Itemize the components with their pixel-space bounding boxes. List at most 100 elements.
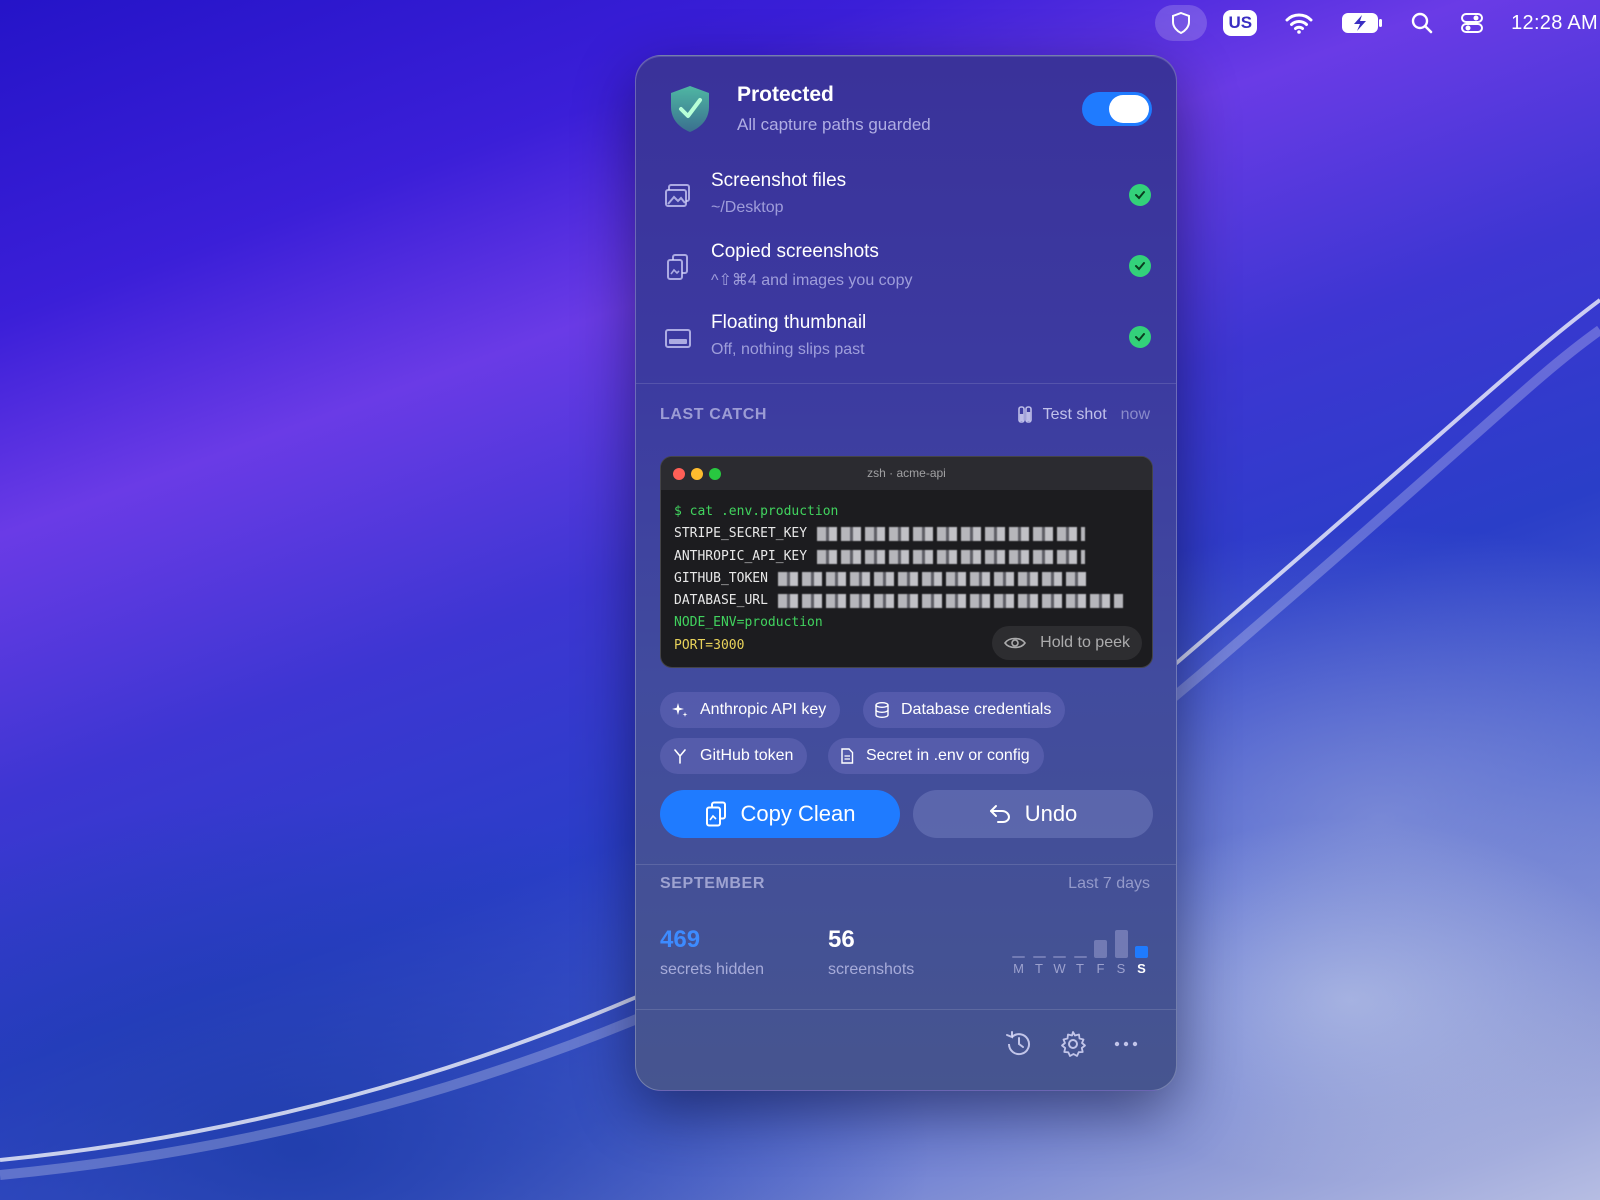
redacted-value [777,572,1088,587]
week-bar-col [1053,956,1066,958]
spotlight-search-icon[interactable] [1411,5,1433,41]
redacted-value [817,527,1086,542]
detection-chip-github[interactable]: GitHub token [660,738,808,774]
peek-label: Hold to peek [1040,634,1130,651]
check-icon [1129,326,1151,348]
test-tubes-icon [1017,406,1032,423]
detection-chip-env-secret[interactable]: Secret in .env or config [828,738,1044,774]
week-bar [1114,930,1128,958]
secret-line: STRIPE_SECRET_KEY [674,523,1139,545]
history-icon[interactable] [1002,1027,1036,1061]
chip-label: Database credentials [901,701,1052,718]
photos-icon [665,184,690,207]
undo-icon [989,805,1010,823]
hold-to-peek-button[interactable]: Hold to peek [992,626,1142,660]
path-subtitle: ^⇧⌘4 and images you copy [711,272,913,289]
chip-label: GitHub token [700,747,794,764]
path-title: Screenshot files [711,170,847,191]
week-day-label: M [1013,961,1024,976]
week-bar-col [1012,956,1025,958]
last-catch-meta: Test shot now [1017,406,1150,424]
input-source-indicator[interactable]: US [1223,10,1258,36]
detection-chip-anthropic[interactable]: Anthropic API key [660,692,841,728]
range-label: Last 7 days [1068,875,1150,892]
week-bar-col [1073,956,1087,958]
status-subtitle: All capture paths guarded [737,115,931,134]
week-bar-col [1135,946,1148,958]
divider [636,1009,1176,1010]
screenshots-count: 56 [828,926,855,953]
check-icon [1129,255,1151,277]
divider [636,383,1176,384]
week-day-label: W [1053,961,1066,976]
secret-line: ANTHROPIC_API_KEY [674,546,1139,568]
sparkle-icon [672,703,688,717]
toggle-knob [1109,95,1149,123]
env-key: DATABASE_URL [674,593,768,609]
copy-icon [705,801,726,827]
week-bar-col [1032,956,1046,958]
week-bar [1032,956,1046,958]
env-key: STRIPE_SECRET_KEY [674,526,808,542]
last-catch-label: LAST CATCH [660,406,768,423]
path-title: Copied screenshots [711,241,879,262]
month-label: SEPTEMBER [660,875,765,892]
week-bar-col [1114,930,1128,958]
env-key: GITHUB_TOKEN [674,570,768,586]
week-day-label: T [1076,961,1084,976]
undo-button[interactable]: Undo [913,790,1153,838]
redacted-value [777,594,1123,609]
check-icon [1129,184,1151,206]
path-row-screenshot-files: Screenshot files ~/Desktop [636,164,1176,226]
week-day-label: F [1096,961,1105,976]
privacy-popover: Protected All capture paths guarded Scre… [635,55,1177,1091]
terminal-titlebar: zsh · acme-api [661,457,1152,490]
battery-charging-icon[interactable] [1341,5,1383,41]
catch-source: Test shot [1042,406,1107,423]
terminal-command: $ cat .env.production [674,504,839,519]
env-key: ANTHROPIC_API_KEY [674,548,808,564]
week-bar [1073,956,1087,958]
terminal-title: zsh · acme-api [867,466,946,480]
week-day-label: S [1116,961,1126,976]
wifi-icon[interactable] [1285,5,1313,41]
week-bar [1012,956,1025,958]
control-center-icon[interactable] [1461,5,1484,41]
secret-line: DATABASE_URL [674,590,1139,612]
week-bar [1135,946,1148,958]
undo-label: Undo [1024,801,1078,826]
secrets-hidden-count: 469 [660,926,701,953]
document-icon [841,748,854,764]
catch-time: now [1120,406,1150,423]
copy-clean-button[interactable]: Copy Clean [660,790,900,838]
copy-clean-label: Copy Clean [740,801,856,826]
path-subtitle: ~/Desktop [711,199,784,216]
week-day-label: T [1035,961,1043,976]
shield-check-icon [671,86,709,132]
week-bar [1053,956,1066,958]
divider [636,864,1176,865]
week-day-label: S [1137,961,1146,976]
week-bar-col [1094,940,1107,958]
path-title: Floating thumbnail [711,312,867,333]
git-branch-icon [674,749,686,764]
path-subtitle: Off, nothing slips past [711,341,865,358]
chip-label: Anthropic API key [700,701,827,718]
database-icon [875,702,889,718]
secrets-hidden-label: secrets hidden [660,961,765,978]
menubar-shield-icon[interactable] [1155,5,1208,41]
path-row-copied-screenshots: Copied screenshots ^⇧⌘4 and images you c… [636,235,1176,297]
more-icon[interactable] [1109,1027,1143,1061]
protection-toggle[interactable] [1082,92,1152,126]
weekly-activity-chart: MTWTFSS [1012,916,1152,976]
chip-label: Secret in .env or config [866,747,1030,764]
clipboard-icon [667,254,688,280]
menu-bar: US 12:28 AM [0,0,1600,46]
captured-screenshot-preview[interactable]: zsh · acme-api $ cat .env.production STR… [660,456,1153,668]
week-bar [1094,940,1107,958]
redacted-value [817,549,1086,564]
gear-icon[interactable] [1056,1027,1090,1061]
menubar-clock[interactable]: 12:28 AM [1511,5,1598,41]
status-title: Protected [737,83,834,106]
detection-chip-database[interactable]: Database credentials [863,692,1066,728]
